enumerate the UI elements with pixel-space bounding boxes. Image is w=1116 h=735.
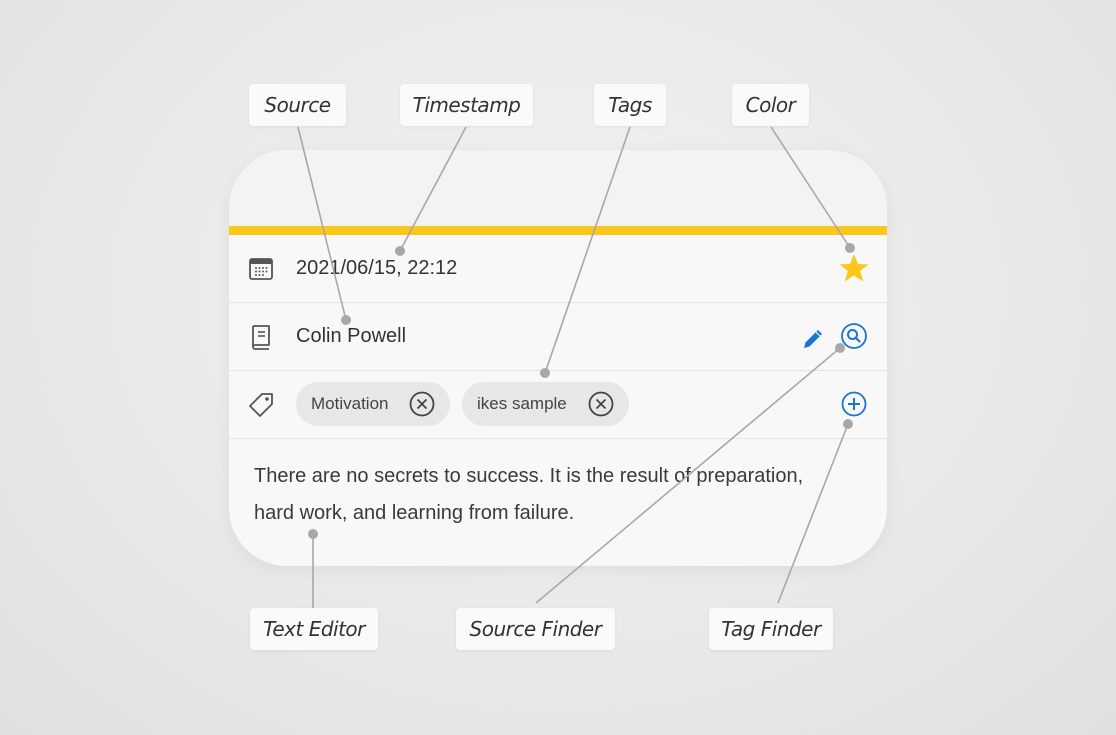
callout-timestamp: Timestamp xyxy=(400,84,533,126)
tag-chip[interactable]: Motivation xyxy=(296,382,450,426)
color-bar xyxy=(229,226,887,235)
source-value[interactable]: Colin Powell xyxy=(296,325,406,348)
tag-icon xyxy=(249,393,273,417)
source-row: Colin Powell xyxy=(229,303,887,371)
pencil-icon[interactable] xyxy=(801,327,825,351)
note-card: 2021/06/15, 22:12 Colin Powell Motivatio… xyxy=(229,150,887,566)
callout-text-editor: Text Editor xyxy=(250,608,378,650)
tag-chip-label: Motivation xyxy=(311,394,389,413)
timestamp-value[interactable]: 2021/06/15, 22:12 xyxy=(296,257,457,280)
tags-row: Motivation ikes sample xyxy=(229,371,887,439)
book-icon xyxy=(252,325,270,350)
plus-circle-icon[interactable] xyxy=(840,390,868,418)
callout-tags: Tags xyxy=(594,84,666,126)
star-icon[interactable] xyxy=(837,251,871,285)
search-circle-icon[interactable] xyxy=(840,322,868,350)
callout-tag-finder: Tag Finder xyxy=(709,608,833,650)
close-circle-icon[interactable] xyxy=(408,390,436,418)
callout-source-finder: Source Finder xyxy=(456,608,615,650)
tag-chip-label: ikes sample xyxy=(477,394,567,413)
note-text-editor[interactable]: There are no secrets to success. It is t… xyxy=(254,458,814,532)
close-circle-icon[interactable] xyxy=(587,390,615,418)
card-header-area xyxy=(229,150,887,226)
timestamp-row[interactable]: 2021/06/15, 22:12 xyxy=(229,235,887,303)
callout-color: Color xyxy=(732,84,809,126)
tag-chip[interactable]: ikes sample xyxy=(462,382,629,426)
callout-source: Source xyxy=(249,84,346,126)
calendar-icon xyxy=(249,258,273,280)
